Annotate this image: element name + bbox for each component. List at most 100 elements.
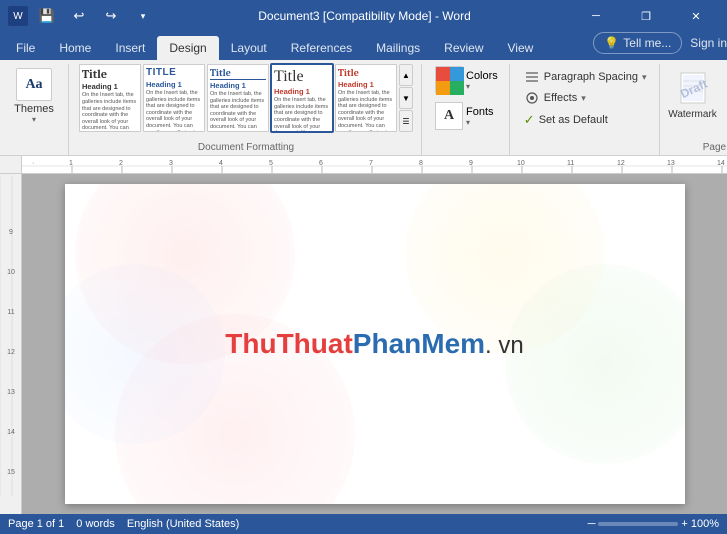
style-2-title: TITLE: [146, 67, 202, 79]
svg-text:·: ·: [32, 160, 34, 167]
zoom-level: 100%: [691, 518, 719, 530]
petal-5: [65, 264, 225, 444]
doc-style-1[interactable]: Title Heading 1 On the Insert tab, the g…: [79, 64, 141, 132]
colors-fonts-content: Colors ▾ A Fonts ▾: [432, 64, 501, 151]
vertical-ruler: 9 10 11 12 13 14 15: [0, 174, 22, 514]
doc-formatting-content: Title Heading 1 On the Insert tab, the g…: [79, 64, 413, 140]
svg-text:1: 1: [69, 160, 73, 167]
svg-text:14: 14: [7, 429, 15, 436]
zoom-slider[interactable]: [598, 522, 678, 526]
tab-view[interactable]: View: [496, 36, 546, 60]
word-icon: W: [8, 6, 28, 26]
paragraph-spacing-label: Paragraph Spacing: [544, 71, 638, 83]
tab-design[interactable]: Design: [157, 36, 218, 60]
svg-text:13: 13: [667, 160, 675, 167]
doc-style-3[interactable]: Title Heading 1 On the Insert tab, the g…: [207, 64, 269, 132]
tell-me-label: Tell me...: [623, 36, 671, 50]
styles-scroll-down[interactable]: ▼: [399, 87, 413, 109]
colors-fonts-group-label: [432, 151, 501, 153]
svg-text:2: 2: [119, 160, 123, 167]
ruler-svg: // This will be rendered as static SVG t…: [22, 156, 727, 173]
page: ThuThuatPhanMem. vn: [65, 184, 685, 504]
themes-button[interactable]: Aa Themes ▾: [8, 64, 60, 128]
tab-mailings[interactable]: Mailings: [364, 36, 432, 60]
svg-text:9: 9: [469, 160, 473, 167]
ruler-area: // This will be rendered as static SVG t…: [0, 156, 727, 174]
page-count: Page 1 of 1: [8, 518, 64, 530]
colors-button[interactable]: Colors ▾: [432, 64, 501, 96]
style-5-title: Title: [338, 67, 394, 79]
page-branding: ThuThuatPhanMem. vn: [225, 328, 523, 360]
close-btn[interactable]: ✕: [673, 0, 719, 32]
watermark-label: Watermark: [668, 109, 717, 121]
set-default-button[interactable]: ✓ Set as Default: [520, 110, 612, 130]
styles-scroll-up[interactable]: ▲: [399, 64, 413, 86]
zoom-out-icon[interactable]: ─: [588, 518, 596, 530]
page-background-group: Draft Watermark Page Color: [662, 64, 727, 155]
svg-text:12: 12: [617, 160, 625, 167]
style-1-h1: Heading 1: [82, 82, 138, 91]
sign-in-btn[interactable]: Sign in: [690, 36, 727, 50]
page-background-content: Draft Watermark Page Color: [670, 64, 727, 140]
checkmark-icon: ✓: [524, 112, 535, 128]
style-2-h1: Heading 1: [146, 80, 202, 89]
svg-text:15: 15: [7, 469, 15, 476]
doc-styles-wrapper: Title Heading 1 On the Insert tab, the g…: [79, 64, 413, 132]
doc-style-2[interactable]: TITLE Heading 1 On the Insert tab, the g…: [143, 64, 205, 132]
svg-text:10: 10: [517, 160, 525, 167]
minimize-btn[interactable]: ─: [573, 0, 619, 32]
doc-style-4[interactable]: Title Heading 1 On the Insert tab, the g…: [271, 64, 333, 132]
vertical-ruler-svg: 9 10 11 12 13 14 15: [0, 176, 22, 496]
watermark-button[interactable]: Draft Watermark: [670, 64, 716, 128]
tell-me-input[interactable]: 💡 Tell me...: [593, 32, 682, 54]
undo-qat-btn[interactable]: ↩: [66, 3, 92, 29]
watermark-icon: Draft: [677, 71, 709, 107]
paragraph-spacing-arrow: ▾: [642, 72, 647, 83]
zoom-in-icon[interactable]: +: [681, 518, 687, 530]
brand-part3: . vn: [485, 332, 524, 359]
style-3-body: On the Insert tab, the galleries include…: [210, 91, 266, 132]
style-3-title: Title: [210, 67, 266, 80]
colors-arrow: ▾: [466, 82, 470, 91]
paragraph-spacing-button[interactable]: Paragraph Spacing ▾: [520, 68, 651, 86]
restore-btn[interactable]: ❐: [623, 0, 669, 32]
zoom-control[interactable]: ─ + 100%: [588, 518, 719, 530]
doc-scroll-area[interactable]: ThuThuatPhanMem. vn: [22, 174, 727, 514]
petal-3: [505, 264, 685, 464]
style-1-body: On the Insert tab, the galleries include…: [82, 92, 138, 132]
fonts-button[interactable]: A Fonts ▾: [432, 100, 497, 132]
customize-qat-btn[interactable]: ▾: [130, 3, 156, 29]
themes-icon: Aa: [16, 68, 52, 101]
tab-home[interactable]: Home: [47, 36, 103, 60]
tab-references[interactable]: References: [279, 36, 364, 60]
effects-label: Effects: [544, 92, 577, 104]
style-5-body: On the Insert tab, the galleries include…: [338, 90, 394, 132]
ruler-corner: [0, 156, 22, 174]
svg-text:11: 11: [567, 160, 574, 167]
style-4-title: Title: [274, 67, 330, 86]
styles-more[interactable]: ☰: [399, 110, 413, 132]
tab-insert[interactable]: Insert: [103, 36, 157, 60]
svg-text:8: 8: [419, 160, 423, 167]
title-bar-left: W 💾 ↩ ↪ ▾: [8, 3, 156, 29]
spacing-effects-content: Paragraph Spacing ▾ Effects ▾ ✓ Set as D…: [520, 64, 651, 153]
watermark-svg: Draft: [677, 71, 709, 107]
tab-file[interactable]: File: [4, 36, 47, 60]
brand-part1: ThuThuat: [225, 328, 353, 359]
themes-group: Aa Themes ▾: [4, 64, 69, 155]
svg-text:3: 3: [169, 160, 173, 167]
svg-text:12: 12: [7, 349, 15, 356]
effects-arrow: ▾: [581, 93, 586, 104]
horizontal-ruler: // This will be rendered as static SVG t…: [22, 156, 727, 173]
page-color-button[interactable]: Page Color: [720, 64, 727, 128]
doc-formatting-label: Document Formatting: [79, 140, 413, 153]
set-default-label: Set as Default: [539, 114, 608, 126]
tab-review[interactable]: Review: [432, 36, 495, 60]
doc-style-5[interactable]: Title Heading 1 On the Insert tab, the g…: [335, 64, 397, 132]
save-qat-btn[interactable]: 💾: [34, 3, 60, 29]
tab-layout[interactable]: Layout: [219, 36, 279, 60]
effects-button[interactable]: Effects ▾: [520, 89, 590, 107]
redo-qat-btn[interactable]: ↪: [98, 3, 124, 29]
ribbon: Aa Themes ▾ Title Heading 1 On the Inser…: [0, 60, 727, 156]
title-bar: W 💾 ↩ ↪ ▾ Document3 [Compatibility Mode]…: [0, 0, 727, 32]
